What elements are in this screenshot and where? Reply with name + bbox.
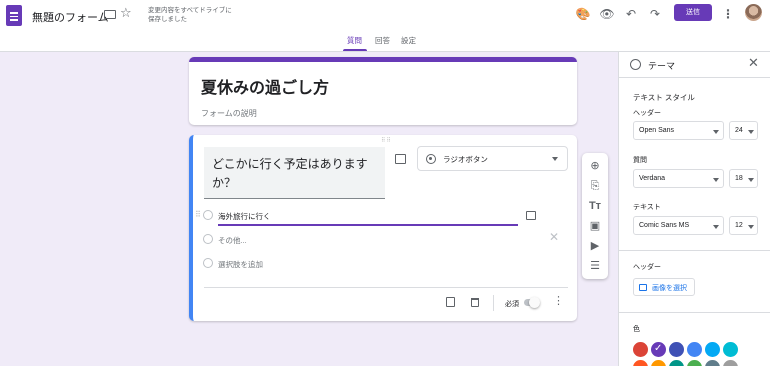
tab-responses[interactable]: 回答 — [375, 35, 390, 46]
palette-icon — [630, 59, 641, 70]
tab-questions[interactable]: 質問 — [347, 35, 362, 46]
color-swatch[interactable] — [687, 342, 702, 357]
question-font-select[interactable]: Verdana — [633, 169, 724, 188]
chevron-down-icon — [713, 178, 719, 182]
tab-settings[interactable]: 設定 — [401, 35, 416, 46]
required-label: 必須 — [505, 301, 519, 308]
panel-title: テーマ — [648, 61, 676, 71]
option-drag-handle-icon[interactable]: ⠿ — [195, 211, 201, 219]
color-swatch[interactable] — [723, 360, 738, 366]
send-button[interactable]: 送信 — [674, 4, 712, 21]
chevron-down-icon — [713, 130, 719, 134]
redo-icon[interactable]: ↷ — [647, 6, 663, 22]
header-size-value: 24 — [735, 127, 743, 134]
floating-toolbar: ⊕ ⎘ Tт ▣ ▶ ☰ — [582, 153, 608, 279]
chevron-down-icon — [552, 157, 558, 161]
color-label: 色 — [633, 326, 640, 333]
question-card[interactable]: ⠿⠿ どこかに行く予定はありますか？ ラジオボタン ⠿ 海外旅行に行く その他.… — [189, 135, 577, 321]
text-font-select[interactable]: Comic Sans MS — [633, 216, 724, 235]
header-size-select[interactable]: 24 — [729, 121, 758, 140]
more-vert-icon[interactable]: ⋮ — [720, 6, 736, 22]
header-image-label: ヘッダー — [633, 264, 661, 271]
text-font-label: テキスト — [633, 204, 661, 211]
color-swatch[interactable] — [705, 360, 720, 366]
other-option[interactable]: その他... — [218, 235, 247, 246]
undo-icon[interactable]: ↶ — [623, 6, 639, 22]
drag-handle-icon[interactable]: ⠿⠿ — [381, 137, 392, 144]
preview-icon[interactable]: 👁 — [599, 6, 615, 22]
theme-panel-header: テーマ ✕ — [619, 52, 770, 78]
header-font-label: ヘッダー — [633, 110, 661, 117]
color-swatch[interactable] — [705, 342, 720, 357]
add-circle-icon[interactable]: ⊕ — [588, 159, 602, 173]
more-vert-icon[interactable]: ⋮ — [553, 296, 564, 307]
color-swatch[interactable] — [723, 342, 738, 357]
radio-icon — [203, 210, 213, 220]
option-image-icon[interactable] — [526, 211, 536, 220]
text-size-value: 12 — [735, 222, 743, 229]
color-swatch[interactable] — [687, 360, 702, 366]
question-size-value: 18 — [735, 175, 743, 182]
form-doc-title[interactable]: 無題のフォーム — [32, 9, 109, 25]
chevron-down-icon — [748, 225, 754, 229]
select-image-button[interactable]: 画像を選択 — [633, 278, 695, 296]
close-icon[interactable]: ✕ — [549, 231, 559, 243]
star-icon[interactable]: ☆ — [120, 6, 132, 19]
select-image-label: 画像を選択 — [652, 285, 687, 292]
question-font-label: 質問 — [633, 157, 647, 164]
title-icon[interactable]: Tт — [588, 199, 602, 213]
chevron-down-icon — [748, 130, 754, 134]
color-swatch[interactable] — [651, 360, 666, 366]
radio-button-icon — [426, 154, 436, 164]
copy-icon[interactable] — [446, 297, 455, 307]
import-icon[interactable]: ⎘ — [588, 179, 602, 193]
video-icon[interactable]: ▶ — [588, 239, 602, 253]
theme-panel: テーマ ✕ テキスト スタイル ヘッダー Open Sans 24 質問 Ver… — [618, 52, 770, 366]
add-option-button[interactable]: 選択肢を追加 — [218, 259, 263, 270]
color-swatch[interactable] — [669, 360, 684, 366]
forms-app-icon[interactable] — [6, 5, 22, 26]
folder-icon[interactable] — [104, 10, 116, 19]
question-type-label: ラジオボタン — [443, 155, 488, 164]
color-swatch[interactable] — [633, 342, 648, 357]
color-swatch[interactable] — [651, 342, 666, 357]
header-font-value: Open Sans — [639, 127, 675, 134]
image-icon — [639, 284, 647, 291]
radio-icon — [203, 234, 213, 244]
image-add-icon[interactable]: ▣ — [588, 219, 602, 233]
option-input-underline — [218, 224, 518, 226]
chevron-down-icon — [713, 225, 719, 229]
divider — [493, 295, 494, 311]
color-swatch[interactable] — [633, 360, 648, 366]
text-size-select[interactable]: 12 — [729, 216, 758, 235]
top-bar: 無題のフォーム ☆ 変更内容をすべてドライブに保存しました 🎨 👁 ↶ ↷ 送信… — [0, 0, 770, 52]
question-font-value: Verdana — [639, 175, 666, 182]
form-description-field[interactable]: フォームの説明 — [201, 108, 257, 119]
question-text[interactable]: どこかに行く予定はありますか？ — [212, 155, 382, 193]
question-size-select[interactable]: 18 — [729, 169, 758, 188]
color-swatch[interactable] — [669, 342, 684, 357]
option-input[interactable]: 海外旅行に行く — [218, 211, 271, 222]
divider — [619, 250, 770, 251]
trash-icon[interactable] — [471, 298, 479, 307]
required-toggle[interactable] — [524, 297, 540, 308]
question-title-field[interactable]: どこかに行く予定はありますか？ — [204, 147, 385, 199]
close-icon[interactable]: ✕ — [748, 56, 759, 69]
question-type-select[interactable]: ラジオボタン — [417, 146, 568, 171]
tab-bar: 質問 回答 設定 — [0, 35, 770, 52]
form-title-card[interactable]: 夏休みの過ごし方 フォームの説明 — [189, 57, 577, 125]
section-icon[interactable]: ☰ — [588, 259, 602, 273]
save-status: 変更内容をすべてドライブに保存しました — [148, 7, 232, 23]
palette-icon[interactable]: 🎨 — [575, 6, 591, 22]
divider — [204, 287, 568, 288]
chevron-down-icon — [748, 178, 754, 182]
image-icon[interactable] — [395, 154, 406, 164]
avatar[interactable] — [745, 4, 762, 21]
text-style-label: テキスト スタイル — [633, 93, 695, 102]
radio-icon — [203, 258, 213, 268]
form-title[interactable]: 夏休みの過ごし方 — [201, 74, 329, 98]
divider — [619, 312, 770, 313]
header-font-select[interactable]: Open Sans — [633, 121, 724, 140]
text-font-value: Comic Sans MS — [639, 222, 690, 229]
